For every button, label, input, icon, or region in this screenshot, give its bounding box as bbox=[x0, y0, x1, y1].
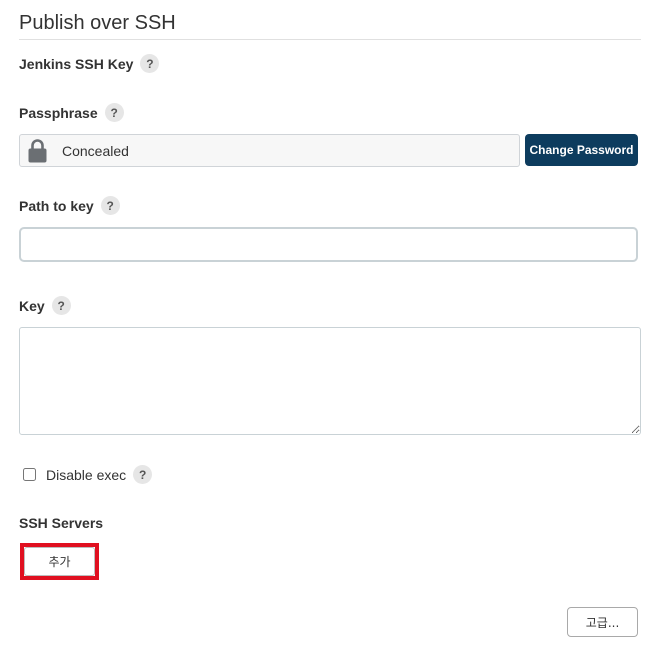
lock-icon bbox=[28, 139, 47, 163]
change-password-button[interactable]: Change Password bbox=[525, 134, 638, 166]
section-title: Publish over SSH bbox=[19, 12, 176, 34]
passphrase-label-row: Passphrase ? bbox=[19, 103, 124, 122]
jenkins-ssh-key-label-row: Jenkins SSH Key ? bbox=[19, 54, 160, 73]
key-textarea[interactable] bbox=[19, 327, 641, 435]
advanced-button[interactable]: 고급... bbox=[567, 607, 638, 637]
disable-exec-row: Disable exec ? bbox=[23, 465, 153, 484]
concealed-text: Concealed bbox=[62, 142, 129, 159]
passphrase-help-icon[interactable]: ? bbox=[104, 103, 124, 122]
ssh-servers-label: SSH Servers bbox=[19, 515, 104, 531]
passphrase-concealed-field: Concealed bbox=[19, 134, 520, 167]
path-to-key-input[interactable] bbox=[19, 227, 638, 262]
section-divider bbox=[19, 39, 641, 40]
path-to-key-label-row: Path to key ? bbox=[19, 196, 120, 215]
ssh-servers-label-row: SSH Servers bbox=[19, 515, 103, 531]
key-label: Key bbox=[19, 297, 45, 314]
key-help-icon[interactable]: ? bbox=[51, 296, 71, 315]
key-label-row: Key ? bbox=[19, 296, 71, 315]
add-ssh-server-button[interactable]: 추가 bbox=[24, 547, 95, 576]
passphrase-label: Passphrase bbox=[19, 104, 98, 121]
publish-over-ssh-page: Publish over SSH Jenkins SSH Key ? Passp… bbox=[0, 0, 659, 649]
jenkins-ssh-key-label: Jenkins SSH Key bbox=[19, 55, 134, 72]
path-to-key-help-icon[interactable]: ? bbox=[100, 196, 120, 215]
disable-exec-checkbox[interactable] bbox=[23, 468, 36, 481]
disable-exec-label: Disable exec bbox=[46, 466, 127, 483]
path-to-key-label: Path to key bbox=[19, 197, 94, 214]
disable-exec-help-icon[interactable]: ? bbox=[133, 465, 153, 484]
jenkins-ssh-key-help-icon[interactable]: ? bbox=[140, 54, 160, 73]
